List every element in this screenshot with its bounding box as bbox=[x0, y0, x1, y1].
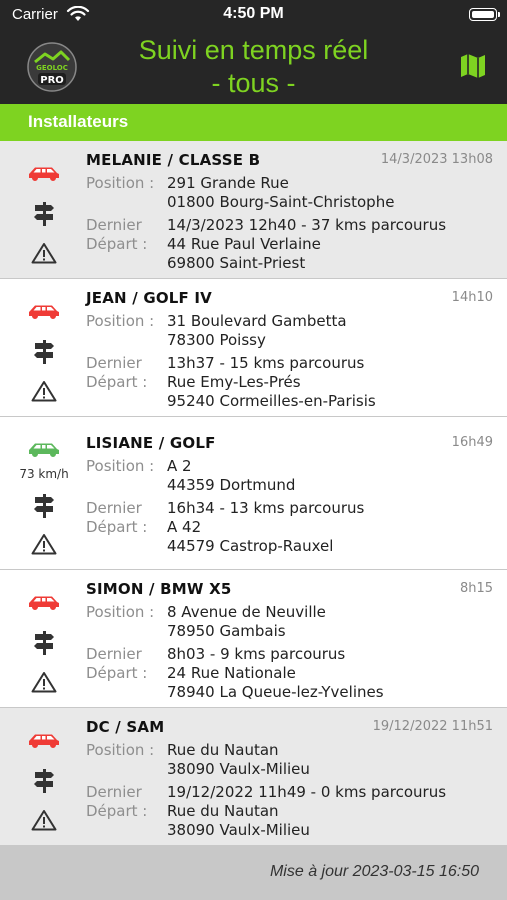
row-icons: 73 km/h bbox=[0, 417, 88, 569]
departure-line2: 78940 La Queue-lez-Yvelines bbox=[167, 683, 384, 701]
last-label: Dernier bbox=[86, 645, 142, 663]
last-update-label: Mise à jour 2023-03-15 16:50 bbox=[269, 863, 479, 880]
car-icon bbox=[29, 443, 59, 457]
departure-line1: Rue Emy-Les-Prés bbox=[167, 373, 301, 391]
departure-line2: 38090 Vaulx-Milieu bbox=[167, 821, 310, 839]
section-header: Installateurs bbox=[0, 104, 507, 141]
last-trip: 14/3/2023 12h40 - 37 kms parcourus bbox=[167, 216, 447, 234]
row-icons bbox=[0, 570, 88, 707]
row-icons bbox=[0, 708, 88, 845]
position-line2: 01800 Bourg-Saint-Christophe bbox=[167, 193, 395, 211]
vehicle-time: 16h49 bbox=[451, 435, 493, 450]
departure-line1: A 42 bbox=[167, 518, 202, 536]
last-label: Dernier bbox=[86, 499, 142, 517]
battery-icon bbox=[469, 8, 500, 21]
departure-line2: 44579 Castrop-Rauxel bbox=[167, 537, 334, 555]
position-label: Position : bbox=[86, 312, 155, 330]
app-logo[interactable]: GEOLOC PRO bbox=[27, 42, 77, 92]
list-item[interactable]: MELANIE / CLASSE B 14/3/2023 13h08 Posit… bbox=[0, 141, 507, 279]
warning-icon bbox=[31, 534, 57, 555]
last-trip: 13h37 - 15 kms parcourus bbox=[167, 354, 365, 372]
position-line1: A 2 bbox=[167, 457, 192, 475]
car-icon bbox=[29, 734, 59, 748]
last-trip: 19/12/2022 11h49 - 0 kms parcourus bbox=[167, 783, 447, 801]
warning-icon bbox=[31, 810, 57, 831]
departure-line2: 69800 Saint-Priest bbox=[167, 254, 306, 272]
vehicle-time: 19/12/2022 11h51 bbox=[372, 719, 493, 734]
departure-label: Départ : bbox=[86, 235, 148, 253]
list-item[interactable]: SIMON / BMW X5 8h15 Position : 8 Avenue … bbox=[0, 570, 507, 708]
departure-label: Départ : bbox=[86, 373, 148, 391]
map-icon[interactable] bbox=[459, 52, 487, 80]
vehicle-time: 14/3/2023 13h08 bbox=[380, 152, 493, 167]
last-label: Dernier bbox=[86, 783, 142, 801]
departure-line1: 24 Rue Nationale bbox=[167, 664, 296, 682]
page-title: Suivi en temps réel - tous - bbox=[110, 34, 397, 100]
car-icon bbox=[29, 167, 59, 181]
position-line1: 31 Boulevard Gambetta bbox=[167, 312, 347, 330]
warning-icon bbox=[31, 243, 57, 264]
logo-text-bottom: PRO bbox=[40, 75, 64, 86]
vehicle-name: JEAN / GOLF IV bbox=[86, 289, 212, 307]
vehicle-time: 14h10 bbox=[451, 290, 493, 305]
position-label: Position : bbox=[86, 603, 155, 621]
list-item[interactable]: JEAN / GOLF IV 14h10 Position : 31 Boule… bbox=[0, 279, 507, 417]
signpost-icon bbox=[34, 202, 54, 226]
departure-label: Départ : bbox=[86, 518, 148, 536]
position-line2: 78300 Poissy bbox=[167, 331, 266, 349]
page-title-line1: Suivi en temps réel bbox=[138, 35, 369, 65]
signpost-icon bbox=[34, 769, 54, 793]
footer-bar: Mise à jour 2023-03-15 16:50 bbox=[0, 846, 507, 900]
row-icons bbox=[0, 141, 88, 278]
position-line1: 8 Avenue de Neuville bbox=[167, 603, 326, 621]
last-trip: 16h34 - 13 kms parcourus bbox=[167, 499, 365, 517]
vehicle-name: MELANIE / CLASSE B bbox=[86, 151, 261, 169]
last-label: Dernier bbox=[86, 354, 142, 372]
vehicle-name: DC / SAM bbox=[86, 718, 165, 736]
signpost-icon bbox=[34, 631, 54, 655]
page-title-line2: - tous - bbox=[211, 68, 296, 98]
vehicle-list: MELANIE / CLASSE B 14/3/2023 13h08 Posit… bbox=[0, 141, 507, 846]
position-line2: 44359 Dortmund bbox=[167, 476, 296, 494]
vehicle-name: SIMON / BMW X5 bbox=[86, 580, 232, 598]
signpost-icon bbox=[34, 494, 54, 518]
position-label: Position : bbox=[86, 174, 155, 192]
nav-bar: GEOLOC PRO Suivi en temps réel - tous - bbox=[0, 30, 507, 104]
position-line2: 38090 Vaulx-Milieu bbox=[167, 760, 310, 778]
departure-label: Départ : bbox=[86, 802, 148, 820]
departure-line1: Rue du Nautan bbox=[167, 802, 279, 820]
car-icon bbox=[29, 305, 59, 319]
position-label: Position : bbox=[86, 741, 155, 759]
status-time: 4:50 PM bbox=[223, 5, 284, 22]
position-line1: Rue du Nautan bbox=[167, 741, 279, 759]
departure-label: Départ : bbox=[86, 664, 148, 682]
logo-text-top: GEOLOC bbox=[36, 64, 68, 72]
position-line2: 78950 Gambais bbox=[167, 622, 286, 640]
position-label: Position : bbox=[86, 457, 155, 475]
section-title: Installateurs bbox=[28, 112, 129, 131]
list-item[interactable]: 73 km/h LISIANE / GOLF 16h49 Position : … bbox=[0, 417, 507, 570]
row-icons bbox=[0, 279, 88, 416]
warning-icon bbox=[31, 672, 57, 693]
status-bar: Carrier 4:50 PM bbox=[0, 0, 507, 30]
vehicle-time: 8h15 bbox=[459, 581, 493, 596]
car-icon bbox=[29, 596, 59, 610]
departure-line1: 44 Rue Paul Verlaine bbox=[167, 235, 321, 253]
signpost-icon bbox=[34, 340, 54, 364]
warning-icon bbox=[31, 381, 57, 402]
departure-line2: 95240 Cormeilles-en-Parisis bbox=[167, 392, 376, 410]
vehicle-name: LISIANE / GOLF bbox=[86, 434, 216, 452]
last-trip: 8h03 - 9 kms parcourus bbox=[167, 645, 346, 663]
last-label: Dernier bbox=[86, 216, 142, 234]
speed-label: 73 km/h bbox=[19, 467, 69, 481]
position-line1: 291 Grande Rue bbox=[167, 174, 289, 192]
list-item[interactable]: DC / SAM 19/12/2022 11h51 Position : Rue… bbox=[0, 708, 507, 846]
